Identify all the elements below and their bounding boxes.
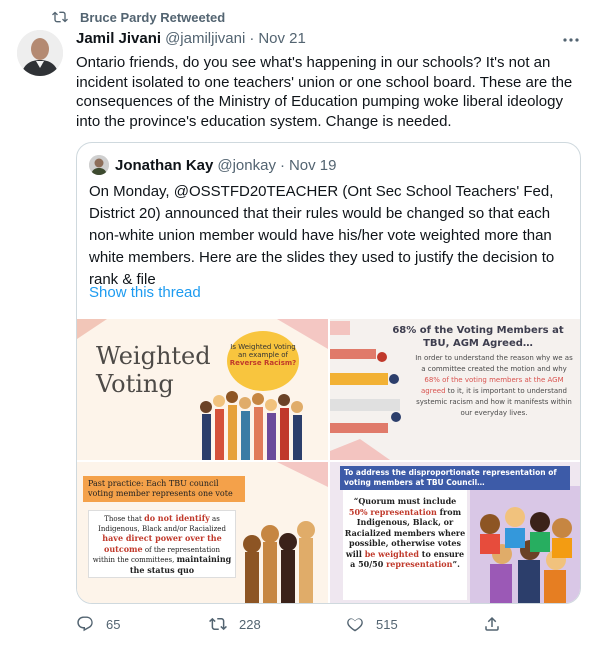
- slide-title: 68% of the Voting Members at TBU, AGM Ag…: [392, 325, 564, 349]
- quoted-date[interactable]: Nov 19: [289, 157, 337, 174]
- media-grid: Weighted Voting Is Weighted Voting an ex…: [77, 319, 580, 603]
- quoted-text: On Monday, @OSSTFD20TEACHER (Ont Sec Sch…: [89, 183, 555, 288]
- share-icon: [485, 616, 499, 631]
- author-handle[interactable]: @jamiljivani: [165, 30, 245, 47]
- quoted-author-name[interactable]: Jonathan Kay: [115, 157, 213, 174]
- slide-quote-highlight: 50% representation: [348, 506, 437, 517]
- slide-past-practice[interactable]: Past practice: Each TBU council voting m…: [77, 462, 328, 603]
- slide-body: Those that do not identify as Indigenous…: [88, 510, 236, 578]
- more-icon[interactable]: [560, 32, 582, 48]
- retweet-count: 228: [239, 616, 261, 632]
- slide-quorum[interactable]: To address the disproportionate represen…: [330, 462, 580, 603]
- slide-body-text: In order to understand the reason why we…: [415, 354, 573, 373]
- author-name[interactable]: Jamil Jivani: [76, 30, 161, 47]
- bubble-highlight: Reverse Racism?: [229, 359, 297, 367]
- slide-title: Weighted Voting: [96, 342, 211, 398]
- slide-body: In order to understand the reason why we…: [414, 353, 574, 419]
- tweet-text: Ontario friends, do you see what's happe…: [76, 54, 573, 130]
- retweet-button[interactable]: 228: [209, 615, 261, 633]
- slide-quote-text: ”.: [452, 559, 460, 569]
- slide-quote-text: “Quorum must include: [353, 496, 457, 506]
- slide-title: To address the disproportionate represen…: [340, 466, 570, 490]
- retweet-icon: [52, 11, 68, 23]
- slide-label: Past practice: Each TBU council voting m…: [83, 476, 245, 502]
- slide-quote: “Quorum must include 50% representation …: [343, 490, 467, 600]
- slide-bubble: Is Weighted Voting an example of Reverse…: [227, 331, 299, 391]
- retweet-icon: [209, 617, 227, 631]
- separator-dot: ·: [279, 156, 285, 174]
- tweet-date[interactable]: Nov 21: [258, 30, 306, 47]
- like-count: 515: [376, 616, 398, 632]
- slide-body-text: Those that: [104, 515, 142, 523]
- reply-button[interactable]: 65: [76, 615, 120, 633]
- tweet-header: Jamil Jivani @jamiljivani · Nov 21: [76, 30, 306, 47]
- slide-body-highlight: do not identify: [144, 513, 210, 523]
- slide-weighted-voting[interactable]: Weighted Voting Is Weighted Voting an ex…: [77, 319, 328, 460]
- reply-icon: [77, 616, 93, 632]
- retweet-context[interactable]: Bruce Pardy Retweeted: [52, 9, 225, 25]
- quoted-tweet[interactable]: Jonathan Kay @jonkay · Nov 19 On Monday,…: [76, 142, 581, 604]
- quoted-author-handle[interactable]: @jonkay: [217, 157, 276, 174]
- retweet-label: Bruce Pardy Retweeted: [80, 9, 226, 25]
- avatar-image: [17, 30, 63, 76]
- slide-quote-highlight: be weighted: [364, 548, 419, 559]
- like-button[interactable]: 515: [346, 615, 398, 633]
- quoted-avatar: [89, 155, 109, 175]
- avatar[interactable]: [17, 30, 63, 76]
- reply-count: 65: [106, 616, 121, 632]
- share-button[interactable]: [483, 615, 513, 633]
- slide-quote-highlight: representation: [386, 559, 453, 569]
- separator-dot: ·: [249, 30, 255, 47]
- show-thread-link[interactable]: Show this thread: [89, 284, 201, 301]
- bubble-text: Is Weighted Voting an example of: [230, 343, 296, 359]
- action-bar: 65 228 515: [76, 615, 581, 639]
- like-icon: [347, 618, 363, 632]
- slide-agm-agreed[interactable]: 68% of the Voting Members at TBU, AGM Ag…: [330, 319, 580, 460]
- quoted-header: Jonathan Kay @jonkay · Nov 19: [89, 155, 336, 175]
